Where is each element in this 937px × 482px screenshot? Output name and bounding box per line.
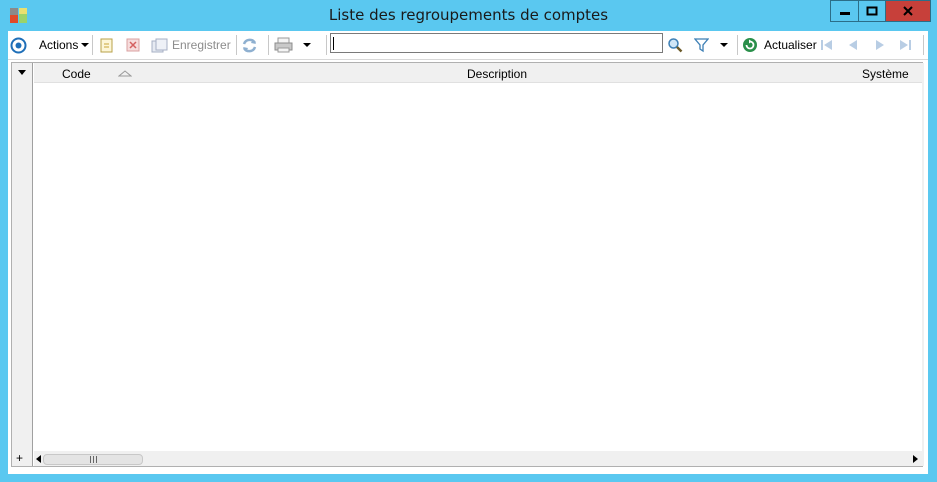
- dropdown-arrow-icon[interactable]: [719, 41, 729, 49]
- previous-record-button[interactable]: [845, 31, 861, 59]
- save-label: Enregistrer: [172, 38, 231, 52]
- client-area: Actions Enregistrer Actualiser + Code De…: [8, 31, 928, 474]
- refresh-icon: [743, 38, 757, 52]
- app-window: Liste des regroupements de comptes Actio…: [0, 0, 937, 482]
- search-input[interactable]: [330, 33, 663, 53]
- horizontal-scrollbar[interactable]: [34, 451, 922, 466]
- search-button[interactable]: [667, 31, 683, 59]
- dropdown-arrow-icon: [81, 43, 90, 47]
- filter-button[interactable]: [694, 31, 729, 59]
- row-header-column: +: [12, 63, 33, 466]
- delete-icon: [126, 38, 140, 52]
- first-record-button[interactable]: [819, 31, 835, 59]
- column-header-systeme[interactable]: Système: [862, 67, 909, 81]
- first-icon: [821, 40, 832, 50]
- column-header-code[interactable]: Code: [62, 67, 91, 81]
- scroll-right-arrow-icon[interactable]: [912, 455, 919, 463]
- refresh-button[interactable]: Actualiser: [742, 31, 817, 59]
- last-icon: [900, 40, 911, 50]
- save-button[interactable]: Enregistrer: [151, 31, 231, 59]
- title-bar: Liste des regroupements de comptes: [0, 0, 937, 31]
- toolbar-separator: [923, 35, 924, 55]
- actions-menu-button[interactable]: Actions: [39, 31, 90, 59]
- add-row-button[interactable]: +: [16, 451, 23, 465]
- toolbar-separator: [236, 35, 237, 55]
- refresh-label: Actualiser: [764, 38, 817, 52]
- maximize-button[interactable]: [858, 0, 886, 22]
- column-header-row: Code Description Système: [34, 63, 922, 83]
- scroll-left-arrow-icon[interactable]: [35, 455, 42, 463]
- new-document-icon: [100, 38, 113, 52]
- actions-label: Actions: [39, 38, 79, 52]
- column-chooser-arrow-icon[interactable]: [17, 69, 27, 76]
- window-title: Liste des regroupements de comptes: [328, 6, 609, 24]
- search-icon: [668, 38, 683, 53]
- maximize-icon: [866, 6, 878, 16]
- toolbar-separator: [268, 35, 269, 55]
- scrollbar-thumb[interactable]: [43, 454, 143, 465]
- minimize-icon: [839, 12, 850, 15]
- toolbar-separator: [737, 35, 738, 55]
- save-icon: [151, 38, 168, 52]
- text-cursor: [333, 37, 334, 50]
- data-grid: + Code Description Système: [11, 62, 924, 467]
- filter-icon: [694, 37, 709, 52]
- printer-icon: [274, 37, 293, 53]
- grid-right-edge: [922, 63, 924, 466]
- delete-button[interactable]: [126, 31, 140, 59]
- target-circle-icon: [10, 37, 27, 53]
- navigation-button[interactable]: [10, 31, 27, 59]
- close-icon: [903, 6, 913, 16]
- sync-icon: [242, 38, 257, 52]
- toolbar-separator: [326, 35, 327, 55]
- minimize-button[interactable]: [830, 0, 859, 22]
- dropdown-arrow-icon[interactable]: [302, 41, 312, 49]
- next-record-button[interactable]: [872, 31, 888, 59]
- sort-ascending-icon: [118, 70, 132, 77]
- sync-button[interactable]: [241, 31, 258, 59]
- last-record-button[interactable]: [897, 31, 913, 59]
- close-button[interactable]: [885, 0, 931, 22]
- toolbar: Actions Enregistrer Actualiser: [8, 31, 928, 60]
- new-button[interactable]: [99, 31, 114, 59]
- toolbar-separator: [92, 35, 93, 55]
- next-icon: [876, 40, 884, 50]
- previous-icon: [849, 40, 857, 50]
- column-header-description[interactable]: Description: [467, 67, 527, 81]
- print-button[interactable]: [274, 31, 312, 59]
